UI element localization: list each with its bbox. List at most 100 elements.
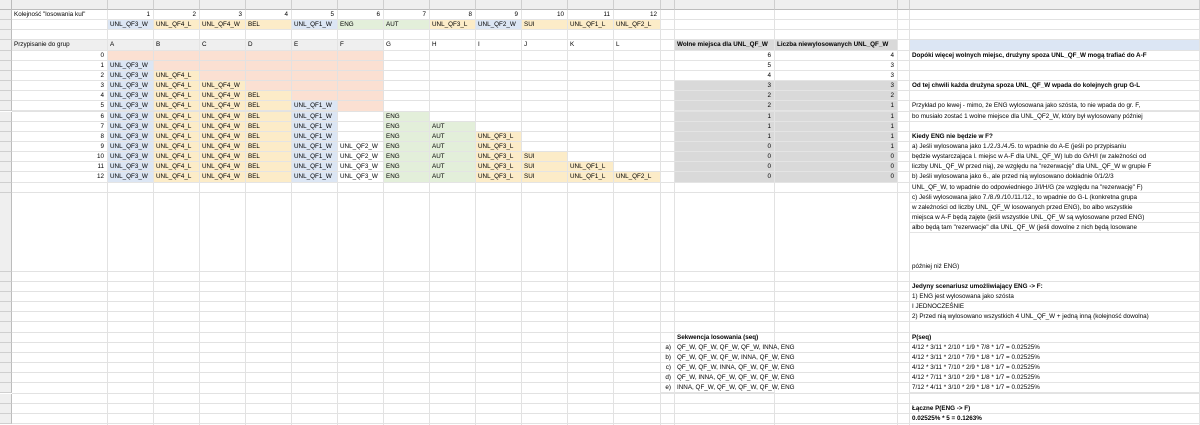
cell-p4[interactable]: Liczba niewylosowanych UNL_QF_W — [775, 40, 898, 51]
column-header-e[interactable] — [246, 0, 292, 10]
cell-d9[interactable]: UNL_QF4_W — [200, 91, 246, 102]
row-header-13[interactable] — [0, 131, 12, 142]
cell-f16[interactable]: UNL_QF1_W — [292, 162, 338, 173]
cell-e16[interactable]: BEL — [246, 162, 292, 173]
cell-r24[interactable]: 2) Przed nią wylosowano wszystkich 4 UNL… — [910, 312, 1200, 323]
cell-r15[interactable]: będzie wystarczająca l. miejsc w A-F dla… — [910, 152, 1200, 163]
cell-n28[interactable]: b) — [661, 352, 675, 364]
cell-a4[interactable]: Przypisanie do grup — [12, 40, 108, 51]
cell-h1[interactable]: 7 — [384, 10, 430, 21]
cell-e9[interactable]: BEL — [246, 91, 292, 102]
cell-a5[interactable]: 0 — [12, 50, 108, 61]
cell-r8[interactable]: Od tej chwili każda drużyna spoza UNL_QF… — [910, 81, 1200, 92]
cell-e15[interactable]: BEL — [246, 152, 292, 163]
cell-c17[interactable]: UNL_QF4_L — [154, 172, 200, 183]
cell-k16[interactable]: SUI — [522, 162, 568, 173]
cell-m4[interactable]: L — [614, 40, 661, 51]
cell-h17[interactable]: ENG — [384, 172, 430, 183]
column-header-a[interactable] — [12, 0, 108, 10]
cell-p10[interactable]: 1 — [775, 101, 898, 112]
cell-h15[interactable]: ENG — [384, 152, 430, 163]
cell-i14[interactable]: AUT — [430, 141, 476, 153]
cell-a9[interactable]: 4 — [12, 91, 108, 102]
cell-f15[interactable]: UNL_QF1_W — [292, 152, 338, 163]
cell-p5[interactable]: 4 — [775, 50, 898, 61]
cell-p11[interactable]: 1 — [775, 111, 898, 122]
row-header-21[interactable] — [0, 281, 12, 292]
column-header-j[interactable] — [476, 0, 522, 10]
cell-a14[interactable]: 9 — [12, 141, 108, 153]
cell-b2[interactable]: UNL_QF3_W — [108, 20, 154, 31]
row-header-2[interactable] — [0, 20, 12, 31]
cell-f2[interactable]: UNL_QF1_W — [292, 20, 338, 31]
column-header-o[interactable] — [675, 0, 775, 10]
cell-r21[interactable]: Jedyny scenariusz umożliwiający ENG -> F… — [910, 281, 1200, 292]
cell-p9[interactable]: 2 — [775, 91, 898, 102]
cell-b13[interactable]: UNL_QF3_W — [108, 131, 154, 142]
cell-k17[interactable]: SUI — [522, 172, 568, 183]
row-header-8[interactable] — [0, 81, 12, 92]
column-header-n[interactable] — [661, 0, 675, 10]
cell-b7[interactable]: UNL_QF3_W — [108, 70, 154, 82]
column-header-b[interactable] — [108, 0, 154, 10]
cell-e11[interactable]: BEL — [246, 111, 292, 122]
cell-o11[interactable]: 1 — [675, 111, 775, 122]
cell-f14[interactable]: UNL_QF1_W — [292, 141, 338, 153]
cell-e13[interactable]: BEL — [246, 131, 292, 142]
cell-r10[interactable]: Przykład po lewej - mimo, że ENG wylosow… — [910, 101, 1200, 112]
row-header-14[interactable] — [0, 141, 12, 153]
cell-d2[interactable]: UNL_QF4_W — [200, 20, 246, 31]
cell-h2[interactable]: AUT — [384, 20, 430, 31]
cell-r18d[interactable]: miejsca w A-F będą zajęte (jeśli wszystk… — [910, 213, 1200, 223]
cell-e12[interactable]: BEL — [246, 121, 292, 132]
column-header-m[interactable] — [614, 0, 661, 10]
cell-d12[interactable]: UNL_QF4_W — [200, 121, 246, 132]
row-header-17[interactable] — [0, 172, 12, 183]
column-header-q[interactable] — [898, 0, 910, 10]
row-header-10[interactable] — [0, 101, 12, 112]
cell-r16[interactable]: liczby UNL_QF_W przed nią), ze względu n… — [910, 162, 1200, 173]
row-header-16[interactable] — [0, 162, 12, 173]
row-header-7[interactable] — [0, 70, 12, 82]
cell-a15[interactable]: 10 — [12, 152, 108, 163]
cell-i15[interactable]: AUT — [430, 152, 476, 163]
spreadsheet[interactable]: Kolejność "losowania kul" 1 2 3 4 5 6 7 8 9 10 11 12… — [0, 0, 1200, 425]
cell-j13[interactable]: UNL_QF3_L — [476, 131, 522, 142]
cell-b16[interactable]: UNL_QF3_W — [108, 162, 154, 173]
cell-j16[interactable]: UNL_QF3_L — [476, 162, 522, 173]
cell-i12[interactable]: AUT — [430, 121, 476, 132]
cell-h14[interactable]: ENG — [384, 141, 430, 153]
cell-j1[interactable]: 9 — [476, 10, 522, 21]
cell-r28[interactable]: 4/12 * 3/11 * 2/10 * 7/9 * 1/8 * 1/7 = 0… — [910, 352, 1200, 364]
row-header-22[interactable] — [0, 292, 12, 303]
cell-e4[interactable]: D — [246, 40, 292, 51]
cell-c9[interactable]: UNL_QF4_L — [154, 91, 200, 102]
cell-a13[interactable]: 8 — [12, 131, 108, 142]
cell-k4[interactable]: J — [522, 40, 568, 51]
cell-c16[interactable]: UNL_QF4_L — [154, 162, 200, 173]
cell-c2[interactable]: UNL_QF4_L — [154, 20, 200, 31]
cell-o8[interactable]: 3 — [675, 81, 775, 92]
cell-a17[interactable]: 12 — [12, 172, 108, 183]
row-header-27[interactable] — [0, 342, 12, 353]
cell-g15[interactable]: UNL_QF2_W — [338, 152, 384, 163]
cell-c13[interactable]: UNL_QF4_L — [154, 131, 200, 142]
cell-e1[interactable]: 4 — [246, 10, 292, 21]
row-header-5[interactable] — [0, 50, 12, 61]
cell-h13[interactable]: ENG — [384, 131, 430, 142]
row-header-19[interactable] — [0, 192, 12, 272]
cell-o15[interactable]: 0 — [675, 152, 775, 163]
cell-e17[interactable]: BEL — [246, 172, 292, 183]
column-header-k[interactable] — [522, 0, 568, 10]
row-header-30[interactable] — [0, 373, 12, 384]
cell-r14[interactable]: a) Jeśli wylosowana jako 1./2./3./4./5. … — [910, 141, 1200, 153]
cell-r19[interactable]: później niż ENG) — [910, 261, 1200, 272]
cell-o16[interactable]: 0 — [675, 162, 775, 173]
row-header-12[interactable] — [0, 121, 12, 132]
cell-p12[interactable]: 1 — [775, 121, 898, 132]
cell-i16[interactable]: AUT — [430, 162, 476, 173]
cell-p7[interactable]: 3 — [775, 70, 898, 82]
row-header-18[interactable] — [0, 182, 12, 193]
cell-d11[interactable]: UNL_QF4_W — [200, 111, 246, 122]
cell-m17[interactable]: UNL_QF2_L — [614, 172, 661, 183]
